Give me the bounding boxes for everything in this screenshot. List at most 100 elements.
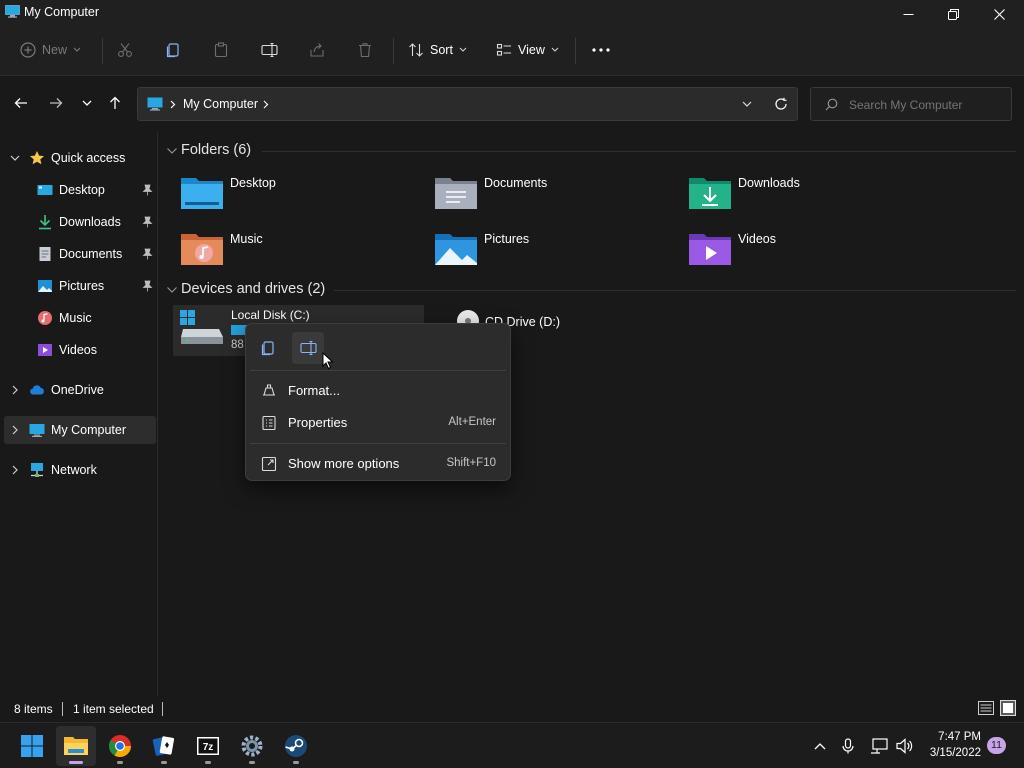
chevron-down-icon — [551, 47, 559, 52]
folder-label: Music — [230, 232, 263, 246]
chevron-right-icon[interactable] — [10, 384, 20, 396]
folders-section-header[interactable]: Folders (6) — [166, 141, 1016, 161]
minimize-button[interactable] — [885, 0, 931, 28]
sidebar-item-label: My Computer — [51, 423, 127, 437]
title-bar: My Computer — [0, 0, 1024, 28]
drives-section-header[interactable]: Devices and drives (2) — [166, 280, 1016, 300]
pin-icon[interactable] — [142, 248, 153, 260]
cut-button[interactable] — [117, 28, 133, 72]
microphone-button[interactable] — [838, 723, 858, 768]
arrow-right-icon — [50, 98, 63, 108]
menu-separator — [250, 443, 506, 444]
back-button[interactable] — [10, 92, 32, 114]
steam-icon — [285, 735, 307, 757]
pin-icon[interactable] — [142, 184, 153, 196]
more-options-button[interactable] — [592, 28, 610, 72]
restore-button[interactable] — [930, 0, 976, 28]
folder-documents[interactable]: Documents — [434, 172, 674, 220]
paste-button[interactable] — [213, 28, 229, 72]
network-status-button[interactable] — [868, 723, 890, 768]
sidebar-item-documents[interactable]: Documents — [4, 240, 156, 268]
volume-button[interactable] — [894, 723, 916, 768]
refresh-icon[interactable] — [774, 97, 788, 111]
new-icon — [20, 42, 36, 58]
sidebar-item-downloads[interactable]: Downloads — [4, 208, 156, 236]
new-button[interactable]: New — [20, 28, 81, 72]
menu-item-shortcut: Shift+F10 — [446, 457, 496, 469]
chevron-down-icon[interactable] — [742, 101, 752, 108]
network-icon — [31, 463, 43, 477]
taskbar-settings[interactable] — [232, 726, 272, 766]
chevron-right-icon[interactable] — [263, 100, 269, 109]
7zip-icon: 7z — [197, 737, 219, 755]
menu-item-shortcut: Alt+Enter — [448, 416, 496, 428]
view-button[interactable]: View — [496, 28, 559, 72]
pin-icon[interactable] — [142, 280, 153, 292]
search-input[interactable] — [849, 96, 999, 114]
folder-desktop[interactable]: Desktop — [180, 172, 420, 220]
folder-pictures[interactable]: Pictures — [434, 228, 674, 276]
sidebar-item-desktop[interactable]: Desktop — [4, 176, 156, 204]
copy-button[interactable] — [165, 28, 181, 72]
sidebar-item-my-computer[interactable]: My Computer — [4, 416, 156, 444]
window-title: My Computer — [24, 5, 100, 19]
sidebar-item-music[interactable]: Music — [4, 304, 156, 332]
show-hidden-icons-button[interactable] — [810, 723, 830, 768]
sort-label: Sort — [430, 43, 453, 57]
solitaire-icon — [152, 736, 175, 756]
chevron-right-icon[interactable] — [10, 424, 20, 436]
system-clock[interactable]: 7:47 PM 3/15/2022 — [918, 729, 981, 761]
folder-label: Downloads — [738, 176, 800, 190]
sidebar-item-label: Music — [59, 311, 92, 325]
folder-videos[interactable]: Videos — [688, 228, 928, 276]
address-bar[interactable]: My Computer — [137, 87, 798, 121]
chevron-down-icon[interactable] — [10, 152, 20, 164]
taskbar-file-explorer[interactable] — [56, 726, 96, 766]
taskbar-chrome[interactable] — [100, 726, 140, 766]
drives-heading: Devices and drives (2) — [181, 281, 326, 297]
delete-button[interactable] — [357, 28, 373, 72]
context-rename-button[interactable] — [292, 332, 324, 364]
folder-downloads[interactable]: Downloads — [688, 172, 928, 220]
sidebar-item-quick-access[interactable]: Quick access — [4, 144, 156, 172]
hard-drive-icon — [180, 310, 223, 344]
sidebar-item-label: Network — [51, 463, 97, 477]
folder-music[interactable]: Music — [180, 228, 420, 276]
rename-button[interactable] — [261, 28, 278, 72]
context-copy-button[interactable] — [252, 332, 284, 364]
taskbar-solitaire[interactable] — [144, 726, 184, 766]
sidebar-item-network[interactable]: Network — [4, 456, 156, 484]
restore-icon — [947, 8, 959, 20]
start-button[interactable] — [12, 726, 52, 766]
breadcrumb[interactable]: My Computer — [183, 97, 258, 111]
sidebar-item-label: Downloads — [59, 215, 121, 229]
new-label: New — [42, 43, 68, 57]
up-button[interactable] — [104, 92, 126, 114]
tiles-view-icon[interactable] — [1000, 700, 1016, 716]
share-button[interactable] — [309, 28, 325, 72]
pin-icon[interactable] — [142, 216, 153, 228]
sort-button[interactable]: Sort — [408, 28, 467, 72]
recent-locations-button[interactable] — [76, 92, 98, 114]
sidebar-item-onedrive[interactable]: OneDrive — [4, 376, 156, 404]
copy-icon — [261, 341, 274, 356]
notification-badge[interactable]: 11 — [987, 737, 1006, 754]
chevron-right-icon[interactable] — [10, 464, 20, 476]
close-button[interactable] — [976, 0, 1022, 28]
sidebar-item-videos[interactable]: Videos — [4, 336, 156, 364]
search-icon — [825, 98, 838, 111]
minimize-icon — [903, 13, 913, 15]
taskbar-steam[interactable] — [276, 726, 316, 766]
details-view-icon[interactable] — [978, 701, 994, 715]
search-box[interactable] — [810, 87, 1012, 121]
toolbar-divider — [102, 38, 103, 64]
menu-item-format[interactable]: Format... — [250, 375, 506, 405]
forward-button[interactable] — [45, 92, 67, 114]
sidebar-item-label: Pictures — [59, 279, 105, 293]
running-app-indicator — [205, 761, 211, 764]
taskbar-7zip[interactable]: 7z — [188, 726, 228, 766]
drive-c-label: Local Disk (C:) — [231, 308, 310, 322]
sidebar-item-pictures[interactable]: Pictures — [4, 272, 156, 300]
menu-item-show-more-options[interactable]: Show more options Shift+F10 — [250, 448, 506, 478]
menu-item-properties[interactable]: Properties Alt+Enter — [250, 407, 506, 437]
